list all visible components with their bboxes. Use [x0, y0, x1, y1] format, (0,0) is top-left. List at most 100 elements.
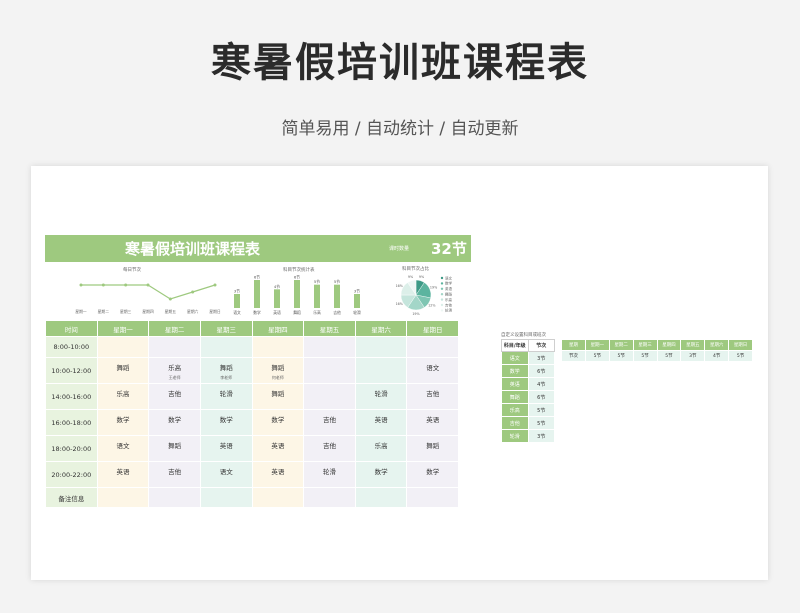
pie-slice-label: 19% [412, 312, 419, 316]
timetable-cell[interactable]: 舞蹈 何老师 [251, 357, 305, 384]
timetable-cell[interactable]: 舞蹈 [96, 357, 150, 384]
timetable-cell[interactable] [199, 336, 253, 358]
timetable-cell[interactable]: 吉他 [406, 383, 459, 410]
timetable-cell[interactable]: 数学 [406, 461, 459, 488]
timetable-cell[interactable]: 数学 [354, 461, 408, 488]
timetable-cell[interactable]: 轮滑 [199, 383, 253, 410]
line-x-label: 星期四 [142, 309, 154, 314]
course-name: 舞蹈 [116, 364, 130, 372]
timetable-cell[interactable] [303, 336, 356, 358]
timetable-cell[interactable]: 乐高 王老师 [148, 357, 201, 384]
timetable-banner: 寒暑假培训班课程表 课时数量 32节 [45, 235, 471, 262]
timetable-row: 10:00-12:00 舞蹈 乐高 王老师 舞蹈 李老师 舞蹈 何老师 语文 [45, 357, 459, 384]
subject-count[interactable]: 3节 [527, 351, 555, 365]
timetable-cell[interactable]: 数学 [96, 409, 150, 436]
side-table-header: 节次 [527, 339, 555, 352]
line-point [168, 297, 172, 301]
timetable-cell[interactable]: 英语 [199, 435, 253, 462]
subject-name[interactable]: 轮滑 [501, 429, 529, 443]
timetable-cell[interactable] [354, 357, 408, 384]
subject-name[interactable]: 吉他 [501, 416, 529, 430]
timetable-cell[interactable]: 数学 [148, 409, 201, 436]
timetable-cell[interactable] [148, 487, 201, 508]
timetable-cell[interactable] [148, 336, 201, 358]
timetable-cell[interactable]: 数学 [251, 409, 305, 436]
course-name: 轮滑 [322, 468, 336, 476]
course-name: 英语 [271, 442, 285, 450]
subject-name[interactable]: 数学 [501, 364, 529, 378]
timetable-header: 星期六 [354, 320, 408, 337]
course-name: 数学 [271, 416, 285, 424]
course-name: 舞蹈 [219, 364, 233, 372]
timetable-row: 20:00-22:00 英语 吉他 语文 英语 轮滑 数学 数学 [45, 461, 459, 488]
timetable-cell[interactable]: 语文 [199, 461, 253, 488]
course-name: 舞蹈 [271, 390, 285, 398]
week-table-cell: 节次 [561, 350, 586, 362]
week-table-cell: 5节 [656, 350, 682, 362]
side-table-caption: 自定义设置科目或班次 [501, 333, 546, 338]
timetable-cell[interactable]: 英语 [354, 409, 408, 436]
timetable-cell[interactable]: 英语 [251, 461, 305, 488]
subject-name[interactable]: 语文 [501, 351, 529, 365]
timetable-cell[interactable]: 英语 [96, 461, 150, 488]
course-name: 舞蹈 [271, 364, 285, 372]
pie-slice-label: 16% [396, 284, 403, 288]
subject-count[interactable]: 3节 [527, 429, 555, 443]
timetable-cell[interactable]: 语文 [96, 435, 150, 462]
timetable-row: 14:00-16:00 乐高 吉他 轮滑 舞蹈 轮滑 吉他 [45, 383, 459, 410]
bar-category-label: 数学 [253, 310, 261, 315]
subject-count[interactable]: 6节 [527, 364, 555, 378]
timetable-cell[interactable] [303, 383, 356, 410]
timetable-cell[interactable]: 轮滑 [303, 461, 356, 488]
timetable-cell[interactable]: 吉他 [303, 409, 356, 436]
teacher-name: 何老师 [271, 375, 284, 380]
timetable-cell[interactable] [303, 357, 356, 384]
timetable-cell[interactable] [251, 487, 305, 508]
line-x-label: 星期二 [98, 309, 110, 314]
subject-name[interactable]: 乐高 [501, 403, 529, 417]
subject-name[interactable]: 舞蹈 [501, 390, 529, 404]
timetable-cell[interactable] [251, 336, 305, 358]
subject-name[interactable]: 英语 [501, 377, 529, 391]
subject-count[interactable]: 5节 [527, 416, 555, 430]
timetable-cell[interactable]: 乐高 [354, 435, 408, 462]
timetable-cell[interactable]: 吉他 [303, 435, 356, 462]
timetable-cell[interactable]: 舞蹈 李老师 [199, 357, 253, 384]
line-point [124, 283, 128, 287]
timetable-cell[interactable] [406, 487, 459, 508]
side-table-row: 乐高 5节 [501, 403, 555, 417]
pie-slice-label: 12% [428, 304, 435, 308]
timetable-cell[interactable]: 舞蹈 [406, 435, 459, 462]
timetable-cell[interactable]: 乐高 [96, 383, 150, 410]
timetable-cell[interactable]: 舞蹈 [148, 435, 201, 462]
timetable-cell[interactable]: 英语 [406, 409, 459, 436]
timetable-cell[interactable] [354, 487, 408, 508]
bar [314, 284, 320, 308]
course-name: 语文 [219, 468, 233, 476]
course-name: 语文 [116, 442, 130, 450]
timetable-cell[interactable]: 吉他 [148, 461, 201, 488]
banner-title: 寒暑假培训班课程表 [125, 240, 261, 258]
pie-chart-title: 科目节次占比 [402, 267, 429, 272]
line-point [191, 290, 195, 294]
timetable-cell[interactable] [199, 487, 253, 508]
timetable-cell[interactable] [354, 336, 408, 358]
timetable-cell[interactable]: 舞蹈 [251, 383, 305, 410]
timetable-cell[interactable]: 轮滑 [354, 383, 408, 410]
timetable-cell[interactable]: 吉他 [148, 383, 201, 410]
timetable-cell[interactable]: 数学 [199, 409, 253, 436]
line-point [146, 283, 150, 287]
timetable-cell[interactable]: 英语 [251, 435, 305, 462]
legend-swatch [440, 293, 444, 296]
subject-count[interactable]: 6节 [527, 390, 555, 404]
timetable-header: 时间 [45, 320, 98, 337]
timetable-cell[interactable] [96, 487, 150, 508]
subject-count[interactable]: 4节 [527, 377, 555, 391]
course-name: 英语 [426, 416, 440, 424]
week-table-cell: 5节 [608, 350, 634, 362]
timetable-cell[interactable] [406, 336, 459, 358]
timetable-cell[interactable]: 语文 [406, 357, 459, 384]
timetable-cell[interactable] [96, 336, 150, 358]
timetable-cell[interactable] [303, 487, 356, 508]
subject-count[interactable]: 5节 [527, 403, 555, 417]
